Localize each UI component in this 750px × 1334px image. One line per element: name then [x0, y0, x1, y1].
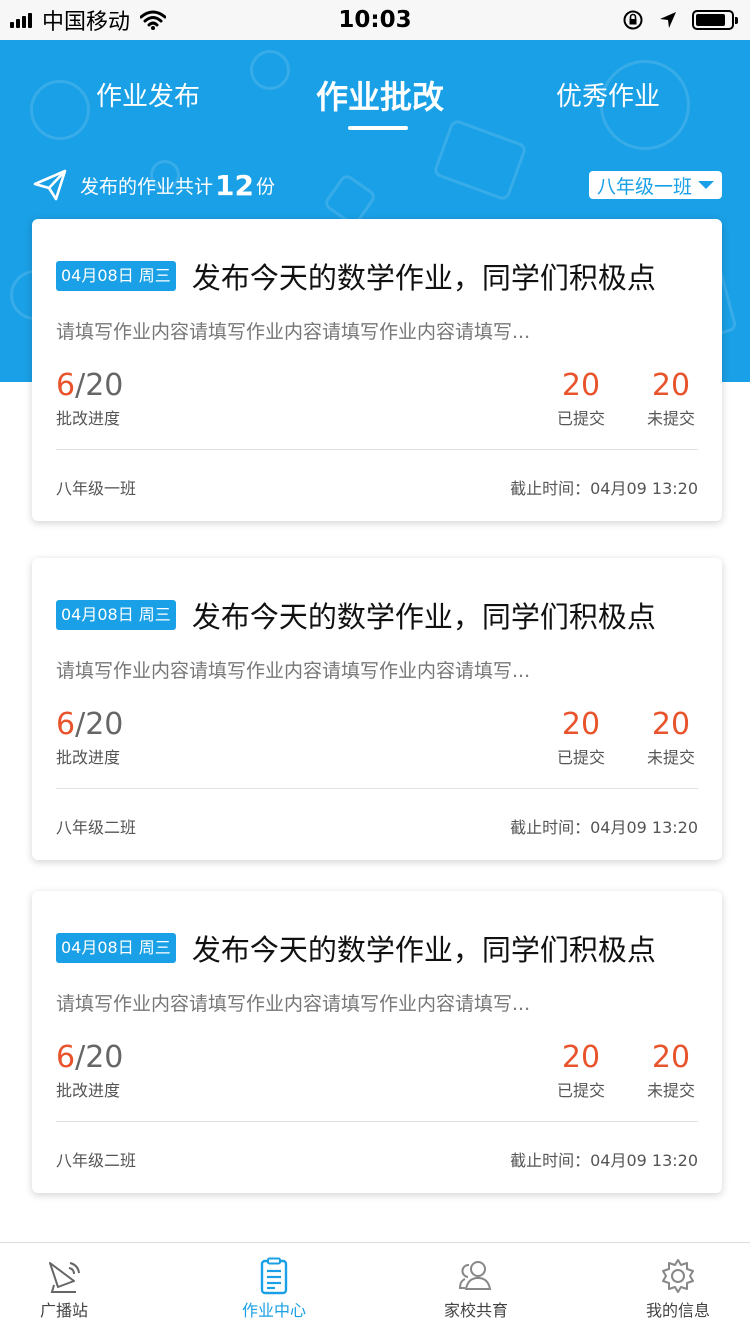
- submitted-stat: 20 已提交: [546, 1041, 616, 1101]
- unsubmitted-stat: 20 未提交: [636, 1041, 706, 1101]
- unsubmitted-label: 未提交: [646, 409, 695, 428]
- gear-icon: [662, 1259, 694, 1293]
- tabbar-item-home-school[interactable]: 家校共育: [416, 1257, 536, 1321]
- date-badge: 04月08日 周三: [56, 261, 176, 291]
- card-divider: [56, 449, 698, 450]
- tabbar-label: 作业中心: [241, 1301, 306, 1320]
- card-divider: [56, 788, 698, 789]
- card-deadline: 截止时间：04月09 13:20: [510, 818, 698, 837]
- homework-card[interactable]: 04月08日 周三 发布今天的数学作业，同学们积极点 请填写作业内容请填写作业内…: [32, 558, 722, 860]
- card-class-name: 八年级二班: [56, 1151, 137, 1170]
- class-selector[interactable]: 八年级一班: [588, 171, 722, 199]
- carrier-name: 中国移动: [42, 10, 131, 35]
- submitted-count: 20: [561, 368, 601, 403]
- unsubmitted-stat: 20 未提交: [636, 369, 706, 429]
- wifi-icon: [140, 10, 167, 30]
- grading-progress: 6/20 批改进度: [56, 369, 123, 429]
- card-deadline: 截止时间：04月09 13:20: [510, 479, 698, 498]
- location-icon: [660, 12, 676, 28]
- progress-done: 6: [56, 1040, 76, 1075]
- card-deadline: 截止时间：04月09 13:20: [510, 1151, 698, 1170]
- submitted-stat: 20 已提交: [546, 708, 616, 768]
- tabbar-label: 广播站: [39, 1301, 88, 1320]
- status-left: 中国移动: [10, 4, 167, 36]
- battery-fill: [696, 14, 725, 26]
- progress-done: 6: [56, 368, 76, 403]
- broadcast-icon: [49, 1262, 80, 1293]
- tab-homework-grading[interactable]: 作业批改: [316, 72, 444, 118]
- card-header: 04月08日 周三 发布今天的数学作业，同学们积极点: [56, 594, 698, 636]
- card-divider: [56, 1121, 698, 1122]
- progress-done: 6: [56, 707, 76, 742]
- rotation-lock-icon: [623, 10, 643, 30]
- progress-total: /20: [75, 1040, 124, 1075]
- submitted-count: 20: [561, 707, 601, 742]
- date-badge: 04月08日 周三: [56, 600, 176, 630]
- progress-label: 批改进度: [56, 748, 121, 767]
- progress-total: /20: [75, 707, 124, 742]
- card-description: 请填写作业内容请填写作业内容请填写作业内容请填写...: [56, 660, 531, 682]
- submitted-stat: 20 已提交: [546, 369, 616, 429]
- card-title: 发布今天的数学作业，同学们积极点: [191, 600, 656, 634]
- card-description: 请填写作业内容请填写作业内容请填写作业内容请填写...: [56, 993, 531, 1015]
- submitted-label: 已提交: [556, 748, 605, 767]
- status-right: [622, 9, 738, 31]
- summary-count: 12: [215, 168, 254, 202]
- unsubmitted-count: 20: [651, 1040, 691, 1075]
- card-class-name: 八年级一班: [56, 479, 137, 498]
- grading-progress: 6/20 批改进度: [56, 1041, 123, 1101]
- submitted-count: 20: [561, 1040, 601, 1075]
- top-tabs: 作业发布 作业批改 优秀作业: [0, 40, 750, 140]
- class-selector-label: 八年级一班: [596, 175, 692, 198]
- signal-icon: [10, 12, 32, 28]
- card-description: 请填写作业内容请填写作业内容请填写作业内容请填写...: [56, 321, 531, 343]
- card-title: 发布今天的数学作业，同学们积极点: [191, 933, 656, 967]
- card-header: 04月08日 周三 发布今天的数学作业，同学们积极点: [56, 255, 698, 297]
- summary-text: 发布的作业共计 12 份: [32, 168, 275, 202]
- people-icon: [458, 1261, 492, 1290]
- unsubmitted-label: 未提交: [646, 1081, 695, 1100]
- tabbar-item-my-info[interactable]: 我的信息: [618, 1257, 738, 1321]
- tabbar-item-homework-center[interactable]: 作业中心: [214, 1257, 334, 1321]
- homework-card[interactable]: 04月08日 周三 发布今天的数学作业，同学们积极点 请填写作业内容请填写作业内…: [32, 891, 722, 1193]
- status-bar: 中国移动 10:03: [0, 0, 750, 40]
- grading-progress: 6/20 批改进度: [56, 708, 123, 768]
- card-class-name: 八年级二班: [56, 818, 137, 837]
- bottom-tab-bar: 广播站 作业中心 家校共育 我的信息: [0, 1242, 750, 1334]
- battery-icon: [692, 10, 738, 30]
- tabbar-label: 家校共育: [443, 1301, 508, 1320]
- tabbar-item-broadcast[interactable]: 广播站: [4, 1257, 124, 1321]
- unsubmitted-count: 20: [651, 368, 691, 403]
- submitted-label: 已提交: [556, 409, 605, 428]
- chevron-down-icon: [698, 181, 714, 189]
- summary-row: 发布的作业共计 12 份 八年级一班: [32, 168, 722, 202]
- tab-homework-publish[interactable]: 作业发布: [96, 76, 200, 113]
- active-tab-indicator: [348, 126, 408, 130]
- card-title: 发布今天的数学作业，同学们积极点: [191, 261, 656, 295]
- unsubmitted-count: 20: [651, 707, 691, 742]
- date-badge: 04月08日 周三: [56, 933, 176, 963]
- card-header: 04月08日 周三 发布今天的数学作业，同学们积极点: [56, 927, 698, 969]
- summary-suffix: 份: [255, 175, 275, 198]
- send-icon: [33, 169, 67, 201]
- unsubmitted-stat: 20 未提交: [636, 708, 706, 768]
- submitted-label: 已提交: [556, 1081, 605, 1100]
- progress-total: /20: [75, 368, 124, 403]
- tabbar-label: 我的信息: [645, 1301, 710, 1320]
- unsubmitted-label: 未提交: [646, 748, 695, 767]
- summary-prefix: 发布的作业共计: [80, 175, 214, 198]
- progress-label: 批改进度: [56, 409, 121, 428]
- progress-label: 批改进度: [56, 1081, 121, 1100]
- tab-excellent-homework[interactable]: 优秀作业: [556, 76, 660, 113]
- clipboard-icon: [260, 1257, 288, 1295]
- homework-card[interactable]: 04月08日 周三 发布今天的数学作业，同学们积极点 请填写作业内容请填写作业内…: [32, 219, 722, 521]
